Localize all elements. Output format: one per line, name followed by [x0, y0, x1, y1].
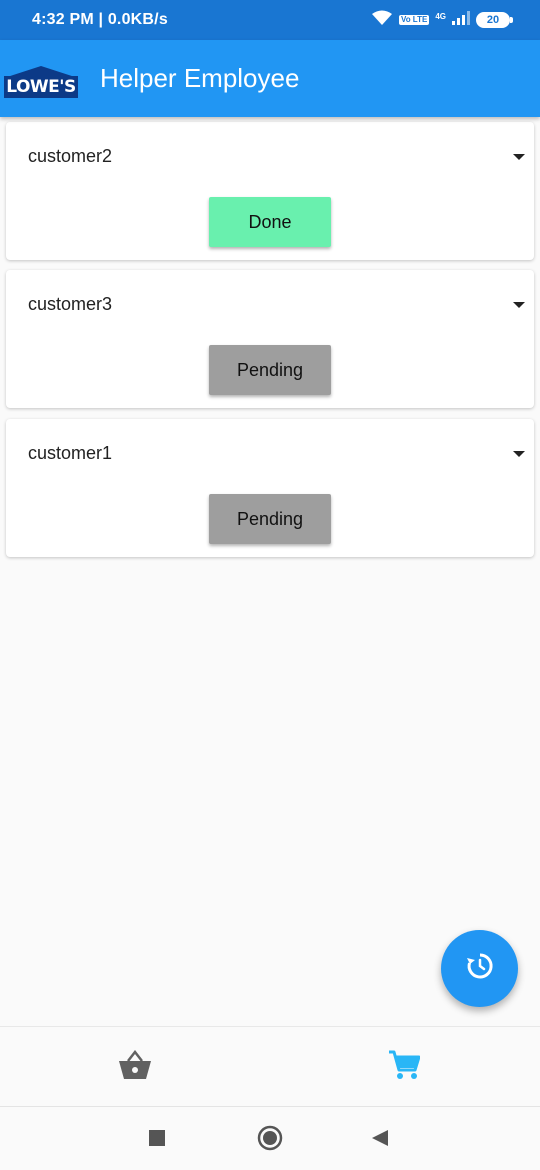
dropdown-arrow-icon[interactable] — [513, 451, 525, 457]
order-card[interactable]: customer2 Done — [6, 122, 534, 260]
dropdown-arrow-icon[interactable] — [513, 302, 525, 308]
cart-icon — [388, 1050, 421, 1085]
customer-name: customer2 — [28, 146, 113, 166]
status-icons: Vo LTE 4G 20 — [371, 10, 513, 31]
signal-icon — [452, 10, 470, 30]
status-button[interactable]: Done — [209, 197, 331, 247]
refresh-fab[interactable] — [441, 930, 518, 1007]
nav-basket[interactable] — [115, 1047, 155, 1087]
home-button[interactable] — [255, 1125, 285, 1155]
nav-cart[interactable] — [384, 1047, 424, 1087]
customer-name: customer3 — [28, 294, 113, 314]
dropdown-arrow-icon[interactable] — [513, 154, 525, 160]
lowes-logo: LOWE'S — [4, 60, 78, 98]
status-time-speed: 4:32 PM | 0.0KB/s — [32, 11, 168, 28]
app-bar: LOWE'S Helper Employee — [0, 40, 540, 117]
network-type-label: 4G — [435, 11, 446, 21]
bottom-navigation — [0, 1026, 540, 1106]
page-title: Helper Employee — [100, 63, 300, 93]
order-card[interactable]: customer1 Pending — [6, 419, 534, 557]
recents-button[interactable] — [142, 1125, 172, 1155]
refresh-history-icon — [466, 952, 494, 985]
logo-text: LOWE'S — [4, 75, 78, 98]
back-triangle-icon — [370, 1128, 390, 1153]
status-button[interactable]: Pending — [209, 494, 331, 544]
status-button[interactable]: Pending — [209, 345, 331, 395]
order-card[interactable]: customer3 Pending — [6, 270, 534, 408]
status-bar: 4:32 PM | 0.0KB/s Vo LTE 4G 20 — [0, 0, 540, 40]
home-circle-icon — [256, 1124, 284, 1157]
battery-icon: 20 — [476, 12, 513, 28]
customer-name: customer1 — [28, 443, 113, 463]
volte-badge: Vo LTE — [398, 15, 430, 25]
back-button[interactable] — [365, 1125, 395, 1155]
wifi-icon — [371, 10, 393, 31]
recents-square-icon — [148, 1129, 166, 1152]
basket-icon — [118, 1049, 152, 1085]
system-navigation — [0, 1106, 540, 1170]
